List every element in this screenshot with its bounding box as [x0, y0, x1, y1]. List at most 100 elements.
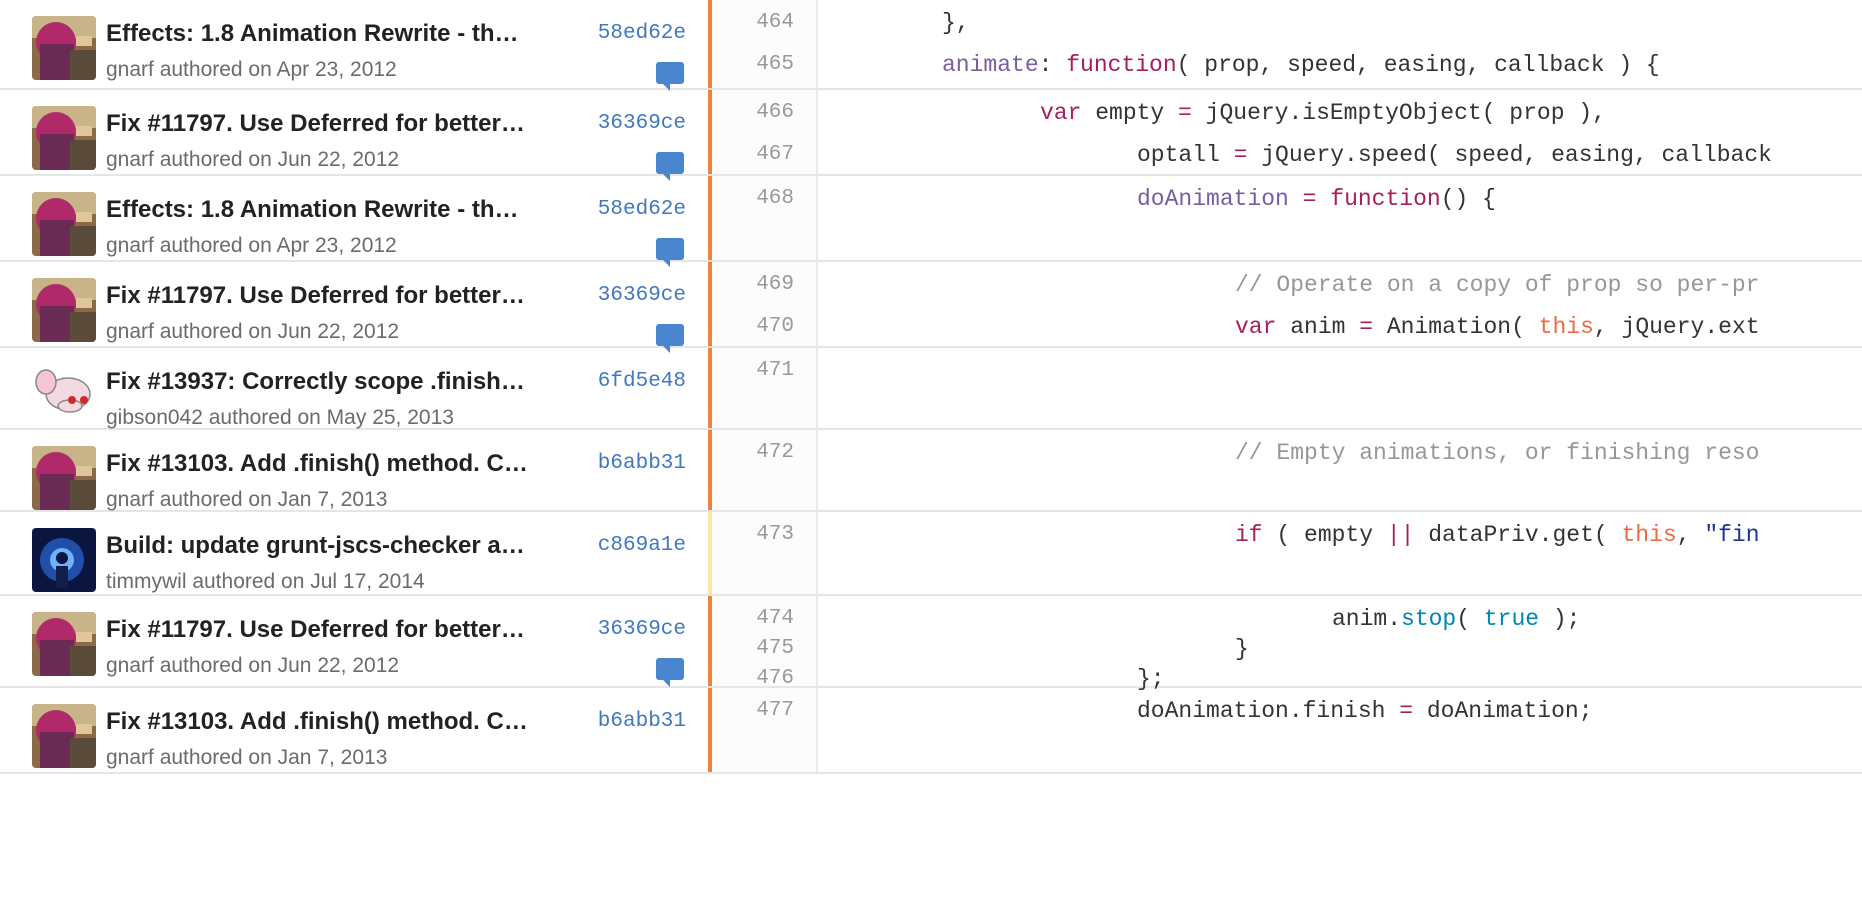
line-number[interactable]: 470: [712, 304, 794, 350]
comment-icon[interactable]: [656, 238, 684, 267]
code-token: ||: [1386, 522, 1415, 548]
code-token: dataPriv.get(: [1414, 522, 1622, 548]
code-token: function: [1066, 52, 1177, 78]
code-token: // Empty animations, or finishing reso: [1235, 440, 1760, 466]
commit-sha-link[interactable]: 36369ce: [598, 284, 686, 307]
line-number[interactable]: 466: [712, 90, 794, 136]
code-token: ,: [1676, 522, 1705, 548]
commit-author: gnarf authored on Apr 23, 2012: [106, 234, 397, 257]
code-line: 464},: [712, 0, 1862, 46]
commit-message-link[interactable]: Effects: 1.8 Animation Rewrite - th…: [106, 20, 566, 48]
code-line: 477 doAnimation.finish = doAnimation;: [712, 688, 1862, 734]
commit-sha-link[interactable]: 6fd5e48: [598, 370, 686, 393]
code-token: Animation(: [1373, 314, 1539, 340]
commit-sha-link[interactable]: 58ed62e: [598, 198, 686, 221]
comment-icon[interactable]: [656, 324, 684, 353]
code-token: doAnimation;: [1413, 698, 1593, 724]
commit-info: Fix #13103. Add .finish() method. C… gnar…: [10, 430, 712, 511]
code-text: },: [942, 0, 970, 46]
gnarf-avatar[interactable]: [32, 278, 96, 342]
gnarf-avatar[interactable]: [32, 106, 96, 170]
blame-group: Fix #13937: Correctly scope .finish… gibs…: [0, 348, 1862, 430]
code-token: () {: [1440, 186, 1496, 212]
line-number[interactable]: 472: [712, 430, 794, 476]
commit-info: Fix #11797. Use Deferred for better… gnar…: [10, 596, 712, 687]
commit-info: Effects: 1.8 Animation Rewrite - th… gnar…: [10, 176, 712, 267]
commit-message-link[interactable]: Fix #11797. Use Deferred for better…: [106, 616, 566, 644]
line-number[interactable]: 464: [712, 0, 794, 46]
code-line: 468 doAnimation = function() {: [712, 176, 1862, 222]
code-text: var empty = jQuery.isEmptyObject( prop )…: [1040, 90, 1606, 136]
gibson042-avatar[interactable]: [32, 364, 96, 428]
line-number[interactable]: 469: [712, 262, 794, 308]
code-token: :: [1038, 52, 1067, 78]
timmywil-avatar[interactable]: [32, 528, 96, 592]
code-token: function: [1330, 186, 1441, 212]
commit-info: Build: update grunt-jscs-checker a… timmy…: [10, 512, 712, 594]
gnarf-avatar[interactable]: [32, 704, 96, 768]
commit-author: gnarf authored on Jun 22, 2012: [106, 320, 400, 343]
code-token: "fin: [1704, 522, 1760, 548]
commit-message-link[interactable]: Fix #11797. Use Deferred for better…: [106, 282, 566, 310]
code-token: var: [1040, 100, 1082, 126]
code-text: optall = jQuery.speed( speed, easing, ca…: [1137, 132, 1772, 178]
commit-message-link[interactable]: Fix #13103. Add .finish() method. C…: [106, 450, 566, 478]
blame-group: Fix #11797. Use Deferred for better… gnar…: [0, 262, 1862, 353]
commit-sha-link[interactable]: b6abb31: [598, 710, 686, 733]
blame-view: Effects: 1.8 Animation Rewrite - th… gnar…: [0, 0, 1862, 922]
blame-group: Build: update grunt-jscs-checker a… timmy…: [0, 512, 1862, 596]
commit-message-link[interactable]: Build: update grunt-jscs-checker a…: [106, 532, 566, 560]
code-token: doAnimation: [1137, 186, 1289, 212]
commit-sha-link[interactable]: 36369ce: [598, 618, 686, 641]
blame-group: Effects: 1.8 Animation Rewrite - th… gnar…: [0, 176, 1862, 267]
code-token: jQuery.isEmptyObject( prop ),: [1191, 100, 1606, 126]
commit-message-link[interactable]: Fix #11797. Use Deferred for better…: [106, 110, 566, 138]
commit-message-link[interactable]: Effects: 1.8 Animation Rewrite - th…: [106, 196, 566, 224]
code-token: =: [1178, 100, 1192, 126]
code-text: doAnimation = function() {: [1137, 176, 1496, 222]
commit-message-link[interactable]: Fix #13937: Correctly scope .finish…: [106, 368, 566, 396]
code-text: // Operate on a copy of prop so per-pr: [1235, 262, 1760, 308]
commit-info: Fix #11797. Use Deferred for better… gnar…: [10, 90, 712, 181]
code-token: =: [1233, 142, 1248, 168]
code-token: doAnimation.finish: [1137, 698, 1400, 724]
gnarf-avatar[interactable]: [32, 446, 96, 510]
code-token: jQuery.speed( speed, easing, callback: [1247, 142, 1772, 168]
commit-sha-link[interactable]: 36369ce: [598, 112, 686, 135]
line-number[interactable]: 477: [712, 688, 794, 734]
gnarf-avatar[interactable]: [32, 16, 96, 80]
code-line: 467 optall = jQuery.speed( speed, easing,…: [712, 132, 1862, 178]
line-number[interactable]: 465: [712, 42, 794, 88]
commit-author: gnarf authored on Jan 7, 2013: [106, 488, 388, 511]
blame-group: Fix #13103. Add .finish() method. C… gnar…: [0, 430, 1862, 512]
gnarf-avatar[interactable]: [32, 192, 96, 256]
blame-group: Fix #11797. Use Deferred for better… gnar…: [0, 596, 1862, 692]
code-token: this: [1621, 522, 1677, 548]
code-text: var anim = Animation( this, jQuery.ext: [1235, 304, 1760, 350]
code-line: 470 var anim = Animation( this, jQuery.ex…: [712, 304, 1862, 350]
line-number[interactable]: 473: [712, 512, 794, 558]
blame-group: Fix #11797. Use Deferred for better… gnar…: [0, 90, 1862, 181]
line-number[interactable]: 467: [712, 132, 794, 178]
code-token: empty: [1081, 100, 1179, 126]
commit-message-link[interactable]: Fix #13103. Add .finish() method. C…: [106, 708, 566, 736]
line-number[interactable]: 468: [712, 176, 794, 222]
code-token: animate: [942, 52, 1039, 78]
comment-icon[interactable]: [656, 62, 684, 91]
comment-icon[interactable]: [656, 152, 684, 181]
commit-author: gnarf authored on Apr 23, 2012: [106, 58, 397, 81]
commit-sha-link[interactable]: 58ed62e: [598, 22, 686, 45]
code-line: 473 if ( empty || dataPriv.get( this, "fi…: [712, 512, 1862, 558]
code-line: 472 // Empty animations, or finishing res…: [712, 430, 1862, 476]
code-token: anim: [1276, 314, 1360, 340]
commit-sha-link[interactable]: b6abb31: [598, 452, 686, 475]
commit-info: Fix #13103. Add .finish() method. C… gnar…: [10, 688, 712, 772]
blame-group: Fix #13103. Add .finish() method. C… gnar…: [0, 688, 1862, 774]
commit-sha-link[interactable]: c869a1e: [598, 534, 686, 557]
line-number[interactable]: 471: [712, 348, 794, 394]
code-line: 471: [712, 348, 1862, 394]
comment-icon[interactable]: [656, 658, 684, 687]
gnarf-avatar[interactable]: [32, 612, 96, 676]
